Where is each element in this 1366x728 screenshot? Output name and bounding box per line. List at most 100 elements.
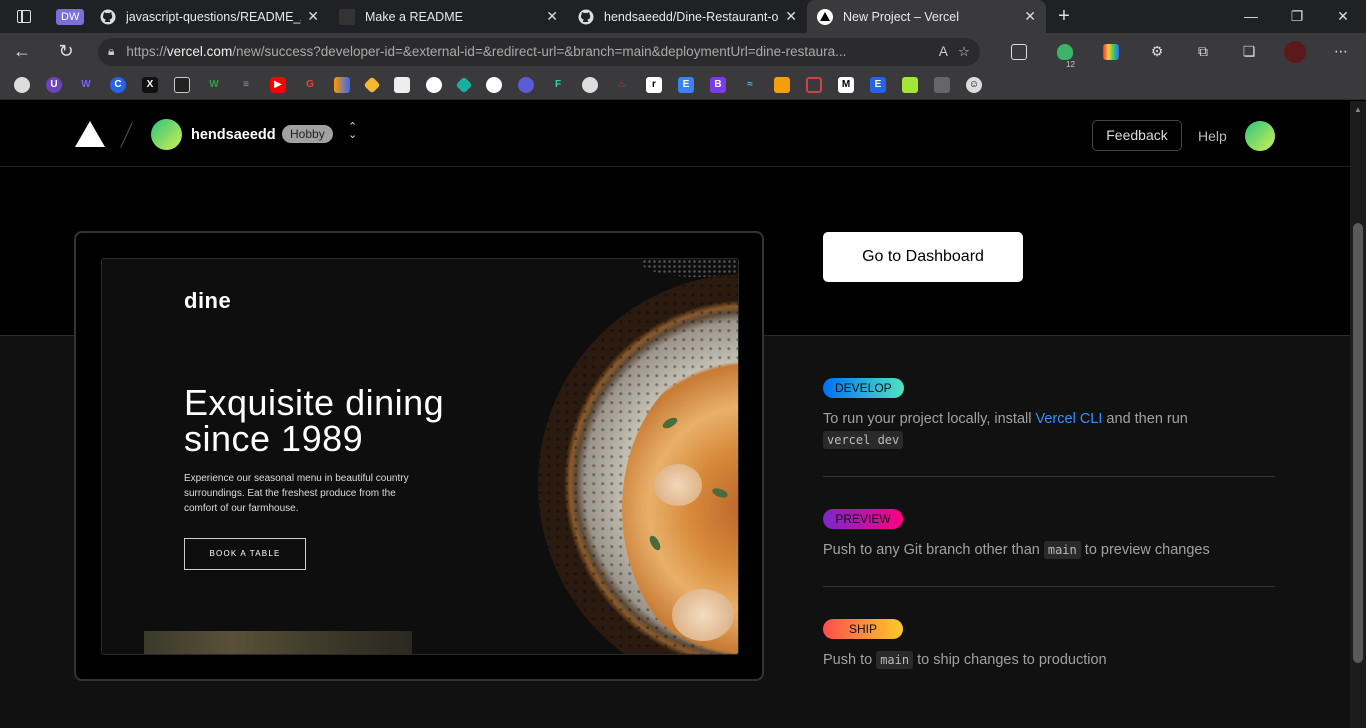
- tab-new-project-vercel[interactable]: New Project – Vercel ✕: [807, 0, 1046, 33]
- codepen-bookmark-icon[interactable]: [426, 76, 442, 93]
- step-preview: PREVIEW Push to any Git branch other tha…: [823, 509, 1275, 561]
- divider: [823, 476, 1275, 477]
- profile-avatar[interactable]: [1272, 40, 1318, 63]
- github2-bookmark-icon[interactable]: [582, 76, 598, 93]
- chevron-up-down-icon[interactable]: ⌃ ⌄: [348, 122, 357, 141]
- read-aloud-icon[interactable]: A: [939, 44, 948, 59]
- favorite-star-icon[interactable]: ☆: [958, 44, 970, 60]
- more-menu-icon[interactable]: ⋯: [1318, 43, 1364, 60]
- page-scrollbar[interactable]: ▲: [1350, 101, 1366, 728]
- code-snippet: main: [1043, 541, 1081, 559]
- tab-dine-restaurant[interactable]: hendsaeedd/Dine-Restaurant-on ✕: [568, 0, 807, 33]
- help-link[interactable]: Help: [1198, 128, 1227, 144]
- scrollbar-thumb[interactable]: [1353, 223, 1363, 663]
- e-bookmark-icon[interactable]: E: [678, 76, 694, 93]
- new-tab-button[interactable]: +: [1046, 5, 1082, 28]
- site-hero-title: Exquisite dining since 1989: [184, 382, 445, 459]
- restore-icon[interactable]: ❐: [1274, 8, 1320, 25]
- f-bookmark-icon[interactable]: F: [550, 77, 566, 93]
- team-name[interactable]: hendsaeedd: [191, 127, 276, 143]
- github-icon: [100, 9, 116, 25]
- red-bookmark-icon[interactable]: ♨: [614, 77, 630, 93]
- close-icon[interactable]: ✕: [1024, 8, 1036, 25]
- green-bookmark-icon[interactable]: [902, 76, 918, 93]
- url-input[interactable]: 🔒︎ https://vercel.com/new/success?develo…: [98, 37, 980, 66]
- team-avatar[interactable]: [151, 119, 182, 150]
- shrimp-image: [672, 589, 734, 641]
- deployment-preview[interactable]: dine Exquisite dining since 1989 Experie…: [74, 231, 764, 681]
- vercel-logo-icon[interactable]: [75, 121, 105, 147]
- u-bookmark-icon[interactable]: U: [46, 76, 62, 93]
- forest-image: [144, 631, 412, 654]
- terminal-bookmark-icon[interactable]: [174, 76, 190, 93]
- ship-badge: SHIP: [823, 619, 903, 639]
- shield-extension-icon[interactable]: 12: [1042, 43, 1088, 69]
- orange-bookmark-icon[interactable]: [774, 76, 790, 93]
- refresh-icon[interactable]: ↻: [44, 41, 88, 62]
- preview-text: Push to any Git branch other than main t…: [823, 541, 1210, 559]
- preview-badge: PREVIEW: [823, 509, 903, 529]
- e2-bookmark-icon[interactable]: E: [870, 76, 886, 93]
- close-icon[interactable]: ✕: [546, 8, 558, 25]
- vercel-bookmark-icon[interactable]: [486, 76, 502, 93]
- step-develop: DEVELOP To run your project locally, ins…: [823, 378, 1275, 451]
- w-bookmark-icon[interactable]: W: [78, 77, 94, 93]
- tab-javascript-questions[interactable]: javascript-questions/README_AR ✕: [90, 0, 329, 33]
- vercel-page: hendsaeedd Hobby ⌃ ⌄ Feedback Help dine E…: [0, 101, 1350, 728]
- x-bookmark-icon[interactable]: X: [142, 76, 158, 93]
- extensions-row: 12 ⚙︎ ⧉ ❏ ⋯: [996, 40, 1364, 69]
- vercel-cli-link[interactable]: Vercel CLI: [1036, 411, 1103, 427]
- w2-bookmark-icon[interactable]: W: [206, 77, 222, 93]
- smiley-bookmark-icon[interactable]: ☺: [966, 76, 982, 93]
- b-bookmark-icon[interactable]: B: [710, 76, 726, 93]
- github-bookmark-icon[interactable]: [14, 76, 30, 93]
- workspace-badge: DW: [56, 8, 85, 25]
- youtube-bookmark-icon[interactable]: ▶: [270, 76, 286, 93]
- tab-actions-button[interactable]: [0, 10, 48, 23]
- stack-bookmark-icon[interactable]: ≡: [238, 77, 254, 93]
- file-bookmark-icon[interactable]: [934, 76, 950, 93]
- window-controls: — ❐ ✕: [1228, 8, 1366, 25]
- page-icon: [339, 8, 355, 25]
- color-extension-icon[interactable]: [1088, 43, 1134, 60]
- r-bookmark-icon[interactable]: r: [646, 76, 662, 93]
- vercel-header: hendsaeedd Hobby ⌃ ⌄ Feedback Help: [0, 101, 1350, 167]
- site-hero-description: Experience our seasonal menu in beautifu…: [184, 473, 409, 514]
- notion-extension-icon[interactable]: [996, 43, 1042, 60]
- puzzle-extensions-icon[interactable]: ⚙︎: [1134, 43, 1180, 60]
- circle-bookmark-icon[interactable]: [518, 76, 534, 93]
- tab-title: hendsaeedd/Dine-Restaurant-on: [604, 9, 780, 24]
- ship-text: Push to main to ship changes to producti…: [823, 651, 1107, 669]
- minimize-icon[interactable]: —: [1228, 8, 1274, 25]
- split-screen-icon[interactable]: ⧉: [1180, 43, 1226, 60]
- doc-bookmark-icon[interactable]: [394, 76, 410, 93]
- diamond-bookmark-icon[interactable]: [455, 76, 473, 93]
- collections-icon[interactable]: ❏: [1226, 43, 1272, 60]
- tab-make-readme[interactable]: Make a README ✕: [329, 0, 568, 33]
- close-window-icon[interactable]: ✕: [1320, 8, 1366, 25]
- tab-workspace[interactable]: DW: [48, 0, 90, 33]
- divider: [823, 586, 1275, 587]
- google-bookmark-icon[interactable]: G: [302, 77, 318, 93]
- chart-bookmark-icon[interactable]: [334, 76, 350, 93]
- scroll-up-icon[interactable]: ▲: [1354, 105, 1362, 114]
- layers-bookmark-icon[interactable]: [363, 76, 381, 93]
- tailwind-bookmark-icon[interactable]: ≈: [742, 77, 758, 93]
- go-to-dashboard-button[interactable]: Go to Dashboard: [823, 232, 1023, 282]
- user-avatar[interactable]: [1245, 121, 1275, 151]
- bookmarks-bar: U W C X W ≡ ▶ G F ♨ r E B ≈ M E ☺: [0, 70, 1366, 100]
- lock-icon: 🔒︎: [108, 44, 115, 58]
- close-icon[interactable]: ✕: [785, 8, 797, 25]
- github-icon: [578, 9, 594, 25]
- decorative-pattern: [642, 259, 738, 277]
- feedback-button[interactable]: Feedback: [1092, 120, 1182, 151]
- preview-screenshot[interactable]: dine Exquisite dining since 1989 Experie…: [101, 258, 739, 655]
- develop-badge: DEVELOP: [823, 378, 904, 398]
- close-icon[interactable]: ✕: [307, 8, 319, 25]
- c-bookmark-icon[interactable]: C: [110, 76, 126, 93]
- grid-bookmark-icon[interactable]: [806, 76, 822, 93]
- book-table-button: BOOK A TABLE: [184, 538, 306, 570]
- m-bookmark-icon[interactable]: M: [838, 76, 854, 93]
- back-arrow-icon[interactable]: ←: [0, 41, 44, 62]
- plan-badge: Hobby: [282, 125, 333, 143]
